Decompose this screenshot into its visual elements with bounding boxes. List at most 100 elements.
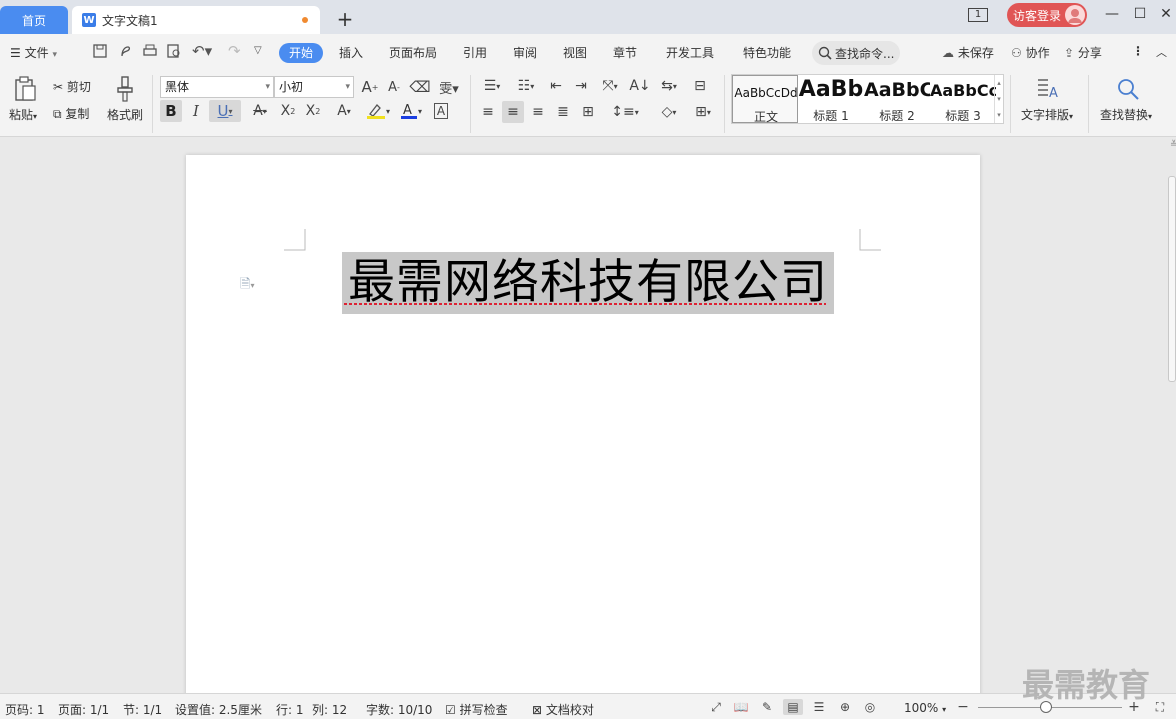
grow-font-icon[interactable]: A + xyxy=(360,77,380,97)
command-search[interactable]: 查找命令... xyxy=(812,41,900,65)
unsaved-button[interactable]: ☁ 未保存 xyxy=(942,44,994,61)
style-heading-1[interactable]: AaBb 标题 1 xyxy=(798,75,864,123)
tab-document[interactable]: W 文字文稿1 xyxy=(72,6,320,34)
new-tab-button[interactable]: + xyxy=(334,6,356,32)
style-gallery-scroll-icon[interactable]: ▴ ▾ ▾ xyxy=(994,75,1003,123)
paragraph-layout-icon[interactable]: 🗎▾ xyxy=(240,275,254,297)
tab-page-layout[interactable]: 页面布局 xyxy=(389,44,437,61)
close-icon[interactable]: ✕ xyxy=(1154,4,1176,24)
tab-features[interactable]: 特色功能 xyxy=(743,44,791,61)
distribute-icon[interactable]: ⊞ xyxy=(578,101,598,123)
chinese-layout-icon[interactable]: ⤧ ▾ xyxy=(596,76,624,96)
format-painter-icon[interactable] xyxy=(112,75,138,103)
style-heading-2[interactable]: AaBbC 标题 2 xyxy=(864,75,930,123)
status-row[interactable]: 行: 1 xyxy=(276,701,304,718)
sort-icon[interactable]: A↓ xyxy=(629,76,650,96)
status-setting[interactable]: 设置值: 2.5厘米 xyxy=(175,701,262,718)
spell-check-button[interactable]: ☑ 拼写检查 xyxy=(445,701,508,718)
decrease-indent-icon[interactable]: ⇤ xyxy=(546,76,566,96)
text-layout-icon[interactable]: A xyxy=(1034,75,1062,103)
eye-protection-icon[interactable]: ◎ xyxy=(862,699,878,715)
justify-icon[interactable]: ≣ xyxy=(553,101,573,123)
find-replace-button[interactable]: 查找替换▾ xyxy=(1100,106,1152,123)
show-marks-icon[interactable]: ⊟ xyxy=(689,76,711,96)
web-view-icon[interactable]: ⊕ xyxy=(837,699,853,715)
outline-view-icon[interactable]: ☰ xyxy=(811,699,827,715)
format-painter-button[interactable]: 格式刷 xyxy=(107,106,143,123)
shading-icon[interactable]: ◇ ▾ xyxy=(655,101,683,123)
status-column[interactable]: 列: 12 xyxy=(312,701,347,718)
font-name-select[interactable]: 黑体 xyxy=(160,76,274,98)
quick-access-chevron-icon[interactable]: ▽ xyxy=(254,45,262,56)
more-options-icon[interactable]: ⋮ xyxy=(1132,44,1144,58)
find-replace-icon[interactable] xyxy=(1114,75,1142,103)
line-spacing-icon[interactable]: ↕≡ ▾ xyxy=(610,101,640,123)
increase-indent-icon[interactable]: ⇥ xyxy=(571,76,591,96)
paste-button[interactable]: 粘贴▾ xyxy=(9,106,37,123)
fullscreen-icon[interactable]: ⤢ xyxy=(708,699,724,715)
status-word-count[interactable]: 字数: 10/10 xyxy=(366,701,432,718)
save-icon[interactable] xyxy=(92,43,108,59)
guest-login-button[interactable]: 访客登录 xyxy=(1007,3,1087,27)
superscript-icon[interactable]: X2 xyxy=(278,100,298,122)
text-layout-button[interactable]: 文字排版▾ xyxy=(1021,106,1073,123)
maximize-icon[interactable]: ☐ xyxy=(1128,4,1152,24)
highlight-color-icon[interactable]: ▾ xyxy=(364,100,392,122)
style-normal[interactable]: AaBbCcDd 正文 xyxy=(732,75,798,124)
tab-home[interactable]: 首页 xyxy=(0,6,68,34)
copy-button[interactable]: ⧉ 复制 xyxy=(53,105,89,122)
underline-button[interactable]: U ▾ xyxy=(209,100,241,122)
tab-chapter[interactable]: 章节 xyxy=(613,44,637,61)
print-icon[interactable] xyxy=(142,43,158,59)
document-canvas[interactable]: 🗎▾ xyxy=(0,137,1176,693)
status-section[interactable]: 节: 1/1 xyxy=(123,701,162,718)
phonetic-guide-icon[interactable]: 雯▾ xyxy=(434,77,464,97)
bullet-list-icon[interactable]: ☰ ▾ xyxy=(478,76,506,96)
export-pdf-icon[interactable] xyxy=(118,43,134,59)
align-right-icon[interactable]: ≡ xyxy=(528,101,548,123)
tab-start[interactable]: 开始 xyxy=(279,43,323,63)
share-button[interactable]: ⇪ 分享 xyxy=(1064,44,1102,61)
shrink-font-icon[interactable]: A- xyxy=(384,77,404,97)
italic-button[interactable]: I xyxy=(186,100,206,122)
align-center-icon[interactable]: ≡ xyxy=(502,101,524,123)
char-border-icon[interactable]: A xyxy=(430,100,452,122)
document-page[interactable] xyxy=(186,155,980,693)
tab-review[interactable]: 审阅 xyxy=(513,44,537,61)
paste-icon[interactable] xyxy=(10,75,40,103)
write-mode-icon[interactable]: ✎ xyxy=(759,699,775,715)
status-page-number[interactable]: 页码: 1 xyxy=(5,701,45,718)
zoom-select[interactable]: 100% ▾ xyxy=(904,701,946,715)
font-size-select[interactable]: 小初 xyxy=(274,76,354,98)
collapse-ribbon-icon[interactable]: ︿ xyxy=(1156,44,1167,60)
strikethrough-icon[interactable]: A ▾ xyxy=(246,100,274,122)
text-direction-icon[interactable]: ⇆ ▾ xyxy=(655,76,683,96)
undo-icon[interactable]: ↶▾ xyxy=(192,42,212,60)
page-count-icon[interactable]: 1 xyxy=(968,8,988,22)
zoom-out-icon[interactable]: − xyxy=(955,699,971,715)
fit-page-icon[interactable]: ⛶ xyxy=(1152,699,1168,715)
tab-insert[interactable]: 插入 xyxy=(339,44,363,61)
bold-button[interactable]: B xyxy=(160,100,182,122)
page-view-icon[interactable]: ▤ xyxy=(783,699,803,715)
minimize-icon[interactable]: — xyxy=(1100,4,1124,24)
tab-view[interactable]: 视图 xyxy=(563,44,587,61)
align-left-icon[interactable]: ≡ xyxy=(478,101,498,123)
vertical-scrollbar[interactable] xyxy=(1168,176,1176,382)
doc-proof-button[interactable]: ⊠ 文档校对 xyxy=(532,701,594,718)
scroll-up-icon[interactable]: ≚ xyxy=(1170,140,1176,150)
cut-button[interactable]: ✂ 剪切 xyxy=(53,78,91,95)
redo-icon[interactable]: ↷ xyxy=(228,42,241,60)
status-pages[interactable]: 页面: 1/1 xyxy=(58,701,109,718)
subscript-icon[interactable]: X2 xyxy=(303,100,323,122)
print-preview-icon[interactable] xyxy=(166,43,182,59)
collaborate-button[interactable]: ⚇ 协作 xyxy=(1011,44,1050,61)
style-heading-3[interactable]: AaBbCc 标题 3 xyxy=(930,75,996,123)
clear-format-icon[interactable]: ⌫ xyxy=(409,77,430,97)
numbered-list-icon[interactable]: ☷ ▾ xyxy=(512,76,540,96)
tab-references[interactable]: 引用 xyxy=(463,44,487,61)
file-menu[interactable]: ☰ 文件 ▾ xyxy=(10,44,57,61)
tab-developer[interactable]: 开发工具 xyxy=(666,44,714,61)
borders-icon[interactable]: ⊞ ▾ xyxy=(689,101,717,123)
font-color-icon[interactable]: A ▾ xyxy=(398,100,424,122)
